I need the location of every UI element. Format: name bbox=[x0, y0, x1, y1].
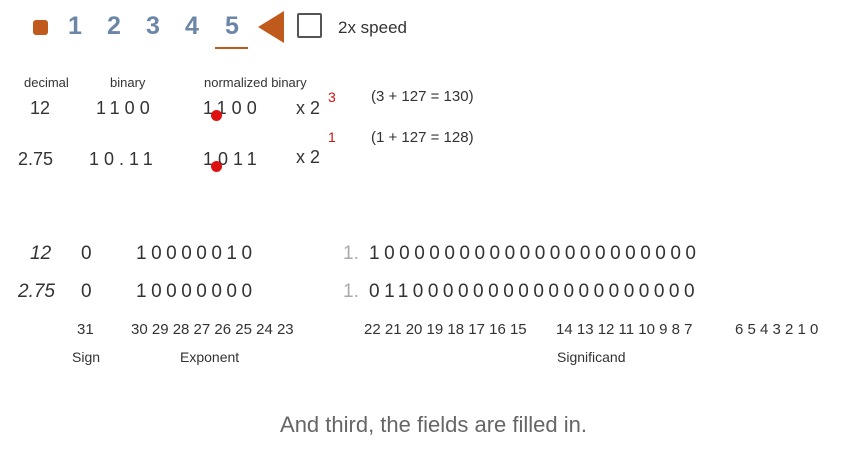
implicit-leading-bit: 1. bbox=[343, 281, 359, 302]
speed-checkbox[interactable] bbox=[297, 13, 322, 38]
active-step-indicator bbox=[215, 47, 248, 49]
step-4-button[interactable]: 4 bbox=[185, 12, 199, 41]
sign-bit-index: 31 bbox=[77, 321, 94, 338]
binary-point-marker bbox=[211, 161, 222, 172]
ieee-row-label: 2.75 bbox=[18, 281, 55, 302]
step-caption: And third, the fields are filled in. bbox=[280, 412, 587, 437]
significand-bit-indices: 6 5 4 3 2 1 0 bbox=[735, 321, 819, 338]
sign-bit: 0 bbox=[81, 243, 97, 264]
significand-field-label: Significand bbox=[557, 349, 626, 365]
step-2-button[interactable]: 2 bbox=[107, 12, 121, 41]
binary-value: 10.11 bbox=[89, 149, 158, 169]
stop-button[interactable] bbox=[33, 20, 48, 35]
exponent-bits: 10000000 bbox=[136, 281, 257, 302]
previous-triangle-icon[interactable] bbox=[258, 11, 284, 43]
exponent-value: 1 bbox=[328, 129, 336, 145]
implicit-leading-bit: 1. bbox=[343, 243, 359, 264]
step-3-button[interactable]: 3 bbox=[146, 12, 160, 41]
exponent-value: 3 bbox=[328, 89, 336, 105]
decimal-header: decimal bbox=[24, 75, 69, 90]
ieee-row-label: 12 bbox=[30, 243, 52, 264]
biased-exponent-note: (1 + 127 = 128) bbox=[371, 129, 474, 146]
times-power-of-two: x 2 bbox=[296, 98, 321, 118]
exponent-field-label: Exponent bbox=[180, 349, 240, 365]
significand-bit-indices: 22 21 20 19 18 17 16 15 bbox=[364, 321, 527, 338]
binary-header: binary bbox=[110, 75, 146, 90]
significand-bits: 1000000000000000000000 bbox=[369, 243, 701, 264]
significand-bits: 0110000000000000000000 bbox=[369, 281, 700, 302]
binary-value: 1100 bbox=[96, 98, 155, 118]
normalized-header: normalized binary bbox=[204, 75, 307, 90]
times-power-of-two: x 2 bbox=[296, 147, 321, 167]
speed-label[interactable]: 2x speed bbox=[338, 18, 407, 38]
sign-field-label: Sign bbox=[72, 349, 101, 365]
sign-bit: 0 bbox=[81, 281, 97, 302]
binary-point-marker bbox=[211, 110, 222, 121]
biased-exponent-note: (3 + 127 = 130) bbox=[371, 88, 474, 105]
exponent-bits: 10000010 bbox=[136, 243, 257, 264]
significand-bit-indices: 14 13 12 11 10 9 8 7 bbox=[556, 321, 693, 338]
step-1-button[interactable]: 1 bbox=[68, 12, 82, 41]
decimal-value: 12 bbox=[30, 98, 51, 118]
exponent-bit-indices: 30 29 28 27 26 25 24 23 bbox=[131, 321, 294, 338]
step-5-button[interactable]: 5 bbox=[225, 12, 239, 41]
decimal-value: 2.75 bbox=[18, 149, 54, 169]
